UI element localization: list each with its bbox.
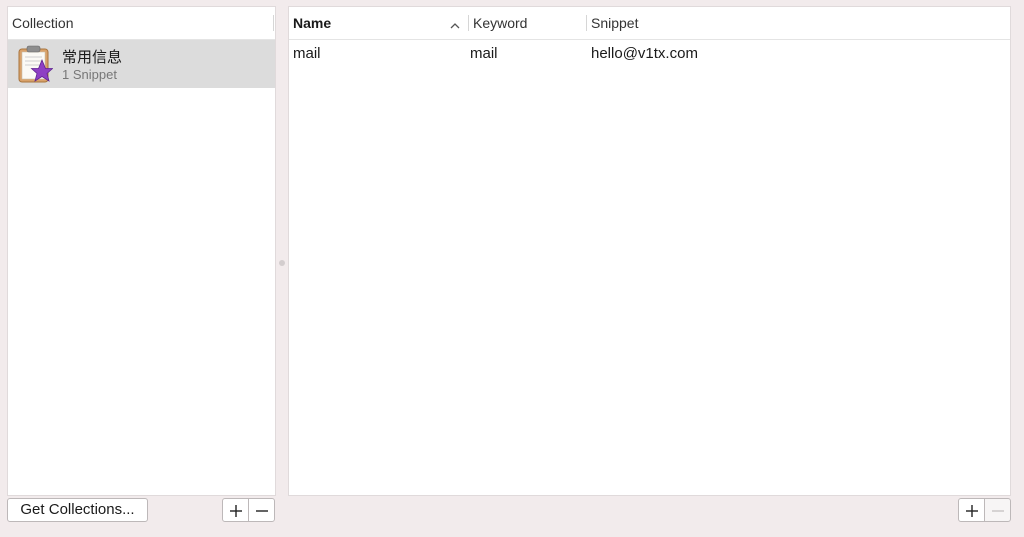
minus-icon (256, 510, 268, 512)
add-snippet-button[interactable] (958, 498, 985, 522)
minus-icon (992, 510, 1004, 512)
splitter-handle[interactable] (279, 260, 285, 266)
plus-icon (230, 505, 242, 517)
plus-icon (966, 505, 978, 517)
column-separator (273, 15, 274, 31)
remove-snippet-button[interactable] (984, 498, 1011, 522)
collection-snippet-count: 1 Snippet (62, 67, 117, 82)
remove-collection-button[interactable] (248, 498, 275, 522)
column-separator (468, 15, 469, 31)
collections-header-row: Collection (8, 7, 275, 40)
snippet-name-cell: mail (293, 45, 321, 62)
get-collections-button[interactable]: Get Collections... (7, 498, 148, 522)
snippet-column-header[interactable]: Snippet (591, 7, 638, 39)
keyword-column-header[interactable]: Keyword (473, 7, 527, 39)
snippet-keyword-cell: mail (470, 45, 498, 62)
snippets-table: Name Keyword Snippet mail mail hello@v1t… (288, 6, 1011, 496)
name-column-header[interactable]: Name (293, 7, 331, 39)
collections-panel: Collection 常用信息 1 Snippet (7, 6, 276, 496)
column-separator (586, 15, 587, 31)
collection-column-header[interactable]: Collection (12, 7, 73, 39)
sort-ascending-icon[interactable] (449, 18, 461, 29)
add-collection-button[interactable] (222, 498, 249, 522)
clipboard-star-icon (17, 45, 54, 83)
snippet-content-cell: hello@v1tx.com (591, 45, 698, 62)
snippets-header-row: Name Keyword Snippet (289, 7, 1010, 40)
collection-name: 常用信息 (62, 49, 123, 66)
table-row[interactable]: mail mail hello@v1tx.com (289, 40, 1010, 68)
collection-item[interactable]: 常用信息 1 Snippet (8, 40, 275, 88)
